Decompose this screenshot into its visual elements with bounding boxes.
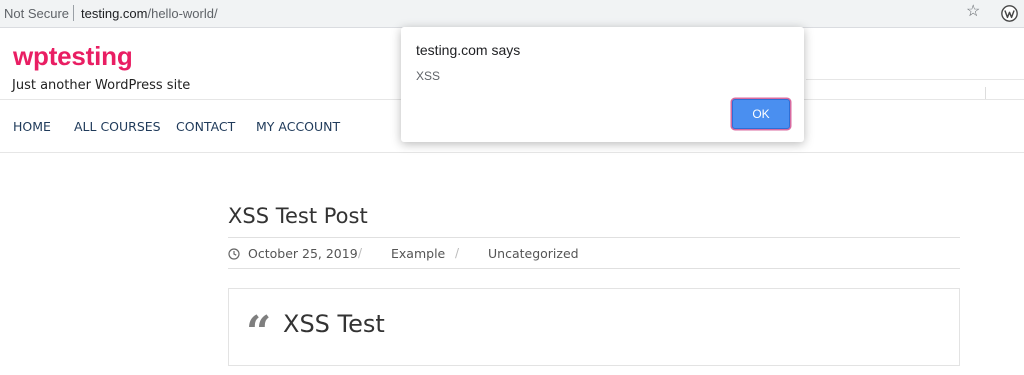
post-title[interactable]: XSS Test Post	[228, 204, 368, 228]
nav-item-my-account[interactable]: MY ACCOUNT	[256, 119, 340, 134]
alert-dialog: testing.com says XSS OK	[401, 27, 804, 142]
nav-item-home[interactable]: HOME	[13, 119, 51, 134]
url-path: /hello-world/	[147, 6, 218, 21]
meta-separator: /	[455, 246, 460, 260]
ok-button[interactable]: OK	[732, 99, 790, 129]
post-meta-divider	[228, 268, 960, 269]
post-blockquote: “ XSS Test	[228, 288, 960, 366]
post-title-divider	[228, 237, 960, 238]
url-field[interactable]: testing.com/hello-world/	[81, 6, 218, 21]
alert-title: testing.com says	[416, 42, 521, 58]
header-divider	[806, 79, 1024, 80]
post-date[interactable]: October 25, 2019	[248, 246, 358, 261]
site-title[interactable]: wptesting	[13, 41, 133, 72]
star-icon[interactable]: ☆	[966, 3, 982, 21]
meta-separator: /	[358, 246, 363, 260]
site-tagline: Just another WordPress site	[12, 78, 191, 93]
post-tag[interactable]: Example	[391, 246, 445, 261]
url-host: testing.com	[81, 6, 148, 21]
nav-item-all-courses[interactable]: ALL COURSES	[74, 119, 161, 134]
alert-message: XSS	[416, 69, 441, 83]
nav-item-contact[interactable]: CONTACT	[176, 119, 235, 134]
clock-icon	[228, 248, 240, 260]
browser-address-bar[interactable]: Not Secure testing.com/hello-world/ ☆	[0, 0, 1024, 28]
address-bar-divider	[73, 5, 74, 21]
quote-text: XSS Test	[283, 310, 385, 338]
quote-icon: “	[246, 307, 272, 358]
post-category[interactable]: Uncategorized	[488, 246, 579, 261]
security-indicator[interactable]: Not Secure	[4, 6, 69, 21]
wordpress-icon[interactable]	[1001, 5, 1018, 22]
